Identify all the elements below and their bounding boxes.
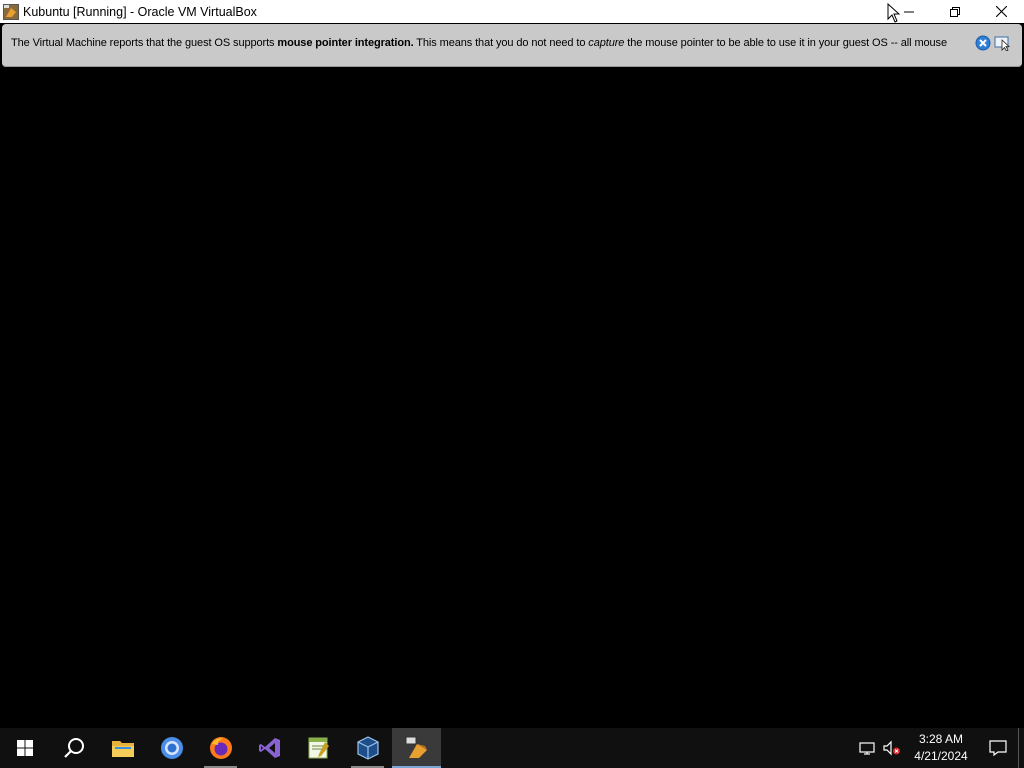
- network-icon[interactable]: [856, 728, 880, 768]
- chrome-icon: [160, 737, 183, 759]
- vm-display[interactable]: [0, 68, 1024, 728]
- firefox-icon: [209, 737, 232, 759]
- vm-window-icon: [405, 736, 427, 758]
- mouse-cursor-icon: [887, 3, 901, 23]
- notification-text: The Virtual Machine reports that the gue…: [11, 37, 947, 49]
- show-desktop-button[interactable]: [1018, 728, 1024, 768]
- system-tray: 3:28 AM 4/21/2024: [856, 728, 1024, 768]
- taskbar-notepad-plus-plus[interactable]: [294, 728, 343, 768]
- virtualbox-vm-icon: [3, 3, 19, 20]
- start-button[interactable]: [0, 728, 49, 768]
- close-button[interactable]: [978, 0, 1024, 23]
- restore-button[interactable]: [932, 0, 978, 23]
- taskbar-firefox[interactable]: [196, 728, 245, 768]
- windows-logo-icon: [16, 740, 33, 756]
- taskbar-file-explorer[interactable]: [98, 728, 147, 768]
- window-title: Kubuntu [Running] - Oracle VM VirtualBox: [23, 4, 257, 19]
- virtualbox-icon: [356, 736, 379, 760]
- visual-studio-icon: [258, 738, 280, 758]
- taskbar-chrome[interactable]: [147, 728, 196, 768]
- clock-time: 3:28 AM: [918, 732, 964, 746]
- folder-icon: [111, 741, 134, 757]
- window-controls: [886, 0, 1024, 23]
- clock-date: 4/21/2024: [914, 749, 968, 763]
- taskbar-visual-studio[interactable]: [245, 728, 294, 768]
- windows-taskbar: 3:28 AM 4/21/2024: [0, 728, 1024, 768]
- notification-actions: [975, 35, 1012, 56]
- close-notification-icon[interactable]: [975, 35, 991, 56]
- taskbar-virtualbox[interactable]: [343, 728, 392, 768]
- taskbar-clock[interactable]: 3:28 AM 4/21/2024: [910, 731, 972, 765]
- action-center-button[interactable]: [978, 728, 1018, 768]
- close-icon: [995, 6, 1007, 17]
- notepad-plus-plus-icon: [308, 737, 329, 759]
- mouse-integration-icon[interactable]: [994, 35, 1012, 56]
- mouse-integration-notification: The Virtual Machine reports that the gue…: [2, 24, 1022, 67]
- notification-bold-text: mouse pointer integration.: [277, 37, 414, 49]
- minimize-icon: [904, 11, 914, 12]
- window-titlebar[interactable]: Kubuntu [Running] - Oracle VM VirtualBox: [0, 0, 1024, 23]
- notification-center-icon: [989, 740, 1007, 756]
- restore-icon: [950, 6, 960, 17]
- volume-muted-icon[interactable]: [880, 728, 904, 768]
- search-icon: [63, 738, 84, 758]
- taskbar-kubuntu-vm[interactable]: [392, 728, 441, 768]
- notification-italic-text: capture: [588, 37, 625, 49]
- search-button[interactable]: [49, 728, 98, 768]
